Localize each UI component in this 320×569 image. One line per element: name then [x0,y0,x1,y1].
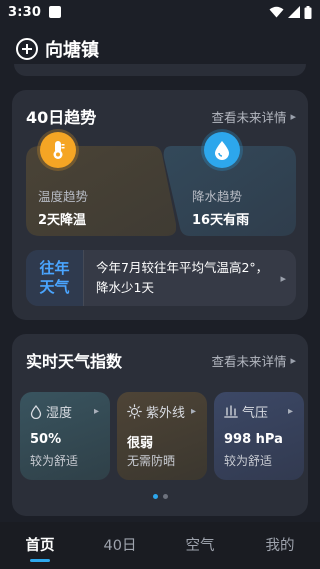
index-more-link[interactable]: 查看未来详情 ▸ [211,351,296,370]
temperature-trend-label: 温度趋势 [38,189,89,204]
humidity-drop-icon [30,404,42,419]
page-indicator [12,494,308,499]
uv-value: 很弱 [127,436,154,451]
trend-card: 40日趋势 查看未来详情 ▸ 温度趋势 2天降温 降水趋势 16天有雨 往年 天… [12,90,308,320]
humidity-header: 湿度 ▸ [30,402,99,421]
pressure-index-box[interactable]: 气压 ▸ 998 hPa 较为舒适 [214,392,304,480]
chevron-right-icon: ▸ [280,271,286,285]
tab-home[interactable]: 首页 [0,522,80,569]
notification-icon [49,6,62,18]
chevron-right-icon: ▸ [288,406,294,417]
signal-icon [288,6,300,18]
tab-40day[interactable]: 40日 [80,522,160,569]
chevron-right-icon: ▸ [94,406,100,417]
pressure-header: 气压 ▸ [224,402,293,421]
previous-card-bottom [14,64,306,76]
pressure-value: 998 hPa [224,432,283,447]
history-badge: 往年 天气 [26,250,84,306]
bottom-nav: 首页 40日 空气 我的 [0,522,320,569]
index-card-title: 实时天气指数 [26,352,123,371]
pressure-icon [224,405,238,418]
tab-mine[interactable]: 我的 [240,522,320,569]
tab-mine-label: 我的 [265,538,295,554]
pressure-desc: 较为舒适 [224,454,273,468]
chevron-right-icon: ▸ [191,406,197,417]
chevron-right-icon: ▸ [290,354,296,367]
history-badge-line2: 天气 [39,278,70,296]
add-city-icon[interactable] [16,38,38,60]
city-title[interactable]: 向塘镇 [45,36,99,62]
page-dot-active[interactable] [152,494,158,499]
trend-card-title: 40日趋势 [26,108,97,127]
history-text: 今年7月较往年平均气温高2°，降水少1天 [96,260,269,295]
sun-icon [127,404,142,419]
trend-more-link[interactable]: 查看未来详情 ▸ [211,107,296,126]
page-dot[interactable] [162,494,168,499]
tab-air[interactable]: 空气 [160,522,240,569]
header: 向塘镇 [0,30,320,68]
uv-index-box[interactable]: 紫外线 ▸ 很弱 无需防晒 [117,392,207,480]
uv-label: 紫外线 [146,406,186,421]
tab-40day-label: 40日 [103,538,137,554]
battery-icon [304,5,312,19]
humidity-index-box[interactable]: 湿度 ▸ 50% 较为舒适 [20,392,110,480]
thermometer-icon [40,132,76,168]
humidity-label: 湿度 [46,406,73,421]
rain-trend-box[interactable]: 降水趋势 16天有雨 [160,132,296,236]
raindrop-icon [204,132,240,168]
chevron-right-icon: ▸ [290,110,296,123]
rain-trend-value: 16天有雨 [192,213,250,228]
uv-desc: 无需防晒 [127,454,176,468]
active-tab-indicator [30,559,50,562]
tab-home-label: 首页 [25,538,55,554]
history-weather-banner[interactable]: 往年 天气 今年7月较往年平均气温高2°，降水少1天 ▸ [26,250,296,306]
uv-header: 紫外线 ▸ [127,402,196,421]
wifi-icon [269,6,284,18]
temperature-trend-box[interactable]: 温度趋势 2天降温 [26,132,176,236]
history-badge-line1: 往年 [39,259,70,277]
weather-index-card: 实时天气指数 查看未来详情 ▸ 湿度 ▸ 50% 较为舒适 紫外线 ▸ 很弱 无… [12,334,308,516]
rain-trend-label: 降水趋势 [192,189,243,204]
status-bar: 3:30 [0,0,320,24]
humidity-desc: 较为舒适 [30,454,79,468]
tab-air-label: 空气 [185,538,215,554]
pressure-label: 气压 [242,406,269,421]
status-time: 3:30 [8,4,42,20]
index-more-label: 查看未来详情 [211,354,287,369]
humidity-value: 50% [30,432,62,447]
temperature-trend-value: 2天降温 [38,213,87,228]
status-icons [269,5,312,19]
trend-more-label: 查看未来详情 [211,110,287,125]
